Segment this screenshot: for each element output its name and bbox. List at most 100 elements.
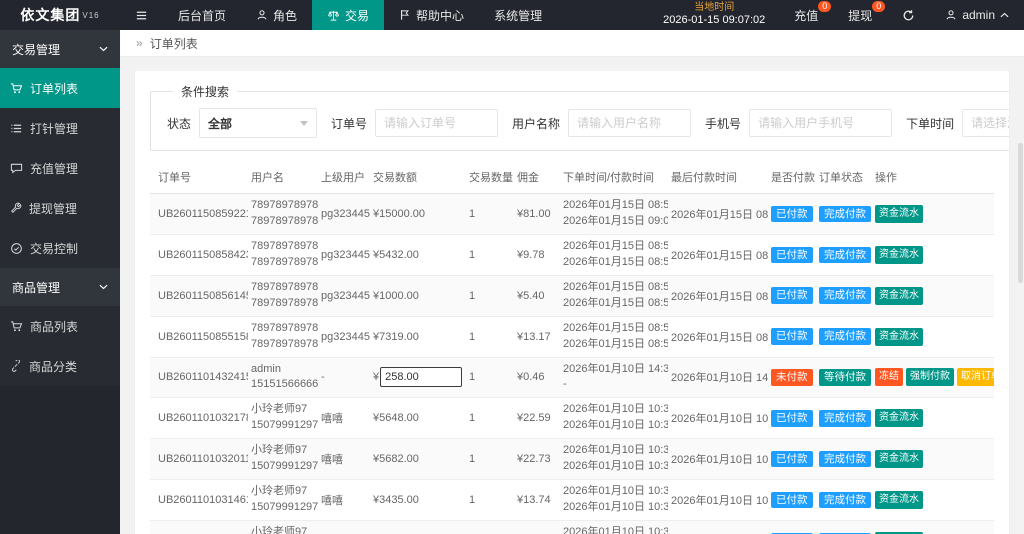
time-line: 2026年01月10日 10:31:32 xyxy=(563,525,665,534)
time-line: 2026年01月10日 14:32:41 xyxy=(563,362,665,378)
action-button[interactable]: 资金流水 xyxy=(875,205,923,223)
action-button[interactable]: 资金流水 xyxy=(875,491,923,509)
user-line: 78978978978 xyxy=(251,280,315,296)
sidebar-item-recharge[interactable]: 充值管理 xyxy=(0,148,120,188)
vertical-scrollbar[interactable] xyxy=(1017,140,1024,534)
action-button[interactable]: 资金流水 xyxy=(875,409,923,427)
table-row: UB26011508592211097897897897878978978978… xyxy=(150,194,994,235)
actions-cell: 资金流水 xyxy=(872,194,994,235)
user-line: 小玲老师97 xyxy=(251,402,315,418)
status-select[interactable]: 全部 xyxy=(199,108,317,138)
time-line: 2026年01月15日 08:55:22 xyxy=(563,337,665,353)
pay-status-cell: 已付款 xyxy=(768,316,816,357)
payment-status-badge: 已付款 xyxy=(771,328,813,345)
commission-cell: ¥12.84 xyxy=(514,521,560,534)
action-button[interactable]: 资金流水 xyxy=(875,328,923,346)
sidebar-filler xyxy=(0,386,120,534)
actions-cell: 资金流水 xyxy=(872,398,994,439)
quantity-cell: 1 xyxy=(466,398,514,439)
action-button[interactable]: 取消订单 xyxy=(957,368,994,386)
time-line: 2026年01月10日 10:32:10 xyxy=(563,459,665,475)
search-form: 状态 全部 订单号 用户名称 手机号 下单时间 xyxy=(163,108,1009,138)
user-cell: 小玲老师9715079991297 xyxy=(248,398,318,439)
amount-input[interactable] xyxy=(380,367,462,387)
sidebar-group-trade[interactable]: 交易管理 xyxy=(0,30,120,68)
scrollbar-thumb[interactable] xyxy=(1018,143,1023,283)
time-line: 2026年01月10日 10:31:54 xyxy=(563,500,665,516)
page-title: 订单列表 xyxy=(150,35,198,52)
menu-toggle-button[interactable] xyxy=(120,0,163,30)
user-cell: 7897897897878978978978 xyxy=(248,234,318,275)
sidebar-item-goods-list[interactable]: 商品列表 xyxy=(0,306,120,346)
pay-status-cell: 未付款 xyxy=(768,357,816,398)
action-button[interactable]: 资金流水 xyxy=(875,287,923,305)
order-number-cell: UB2601101031329630 xyxy=(150,521,248,534)
sidebar-item-order-list[interactable]: 订单列表 xyxy=(0,68,120,108)
table-row: UB26011508584232427897897897878978978978… xyxy=(150,234,994,275)
actions-cell: 资金流水 xyxy=(872,316,994,357)
sidebar-item-trade-control[interactable]: 交易控制 xyxy=(0,228,120,268)
recharge-count-badge: 0 xyxy=(818,1,831,12)
username: admin xyxy=(962,8,995,22)
order-no-input[interactable] xyxy=(375,109,498,137)
user-cell: 7897897897878978978978 xyxy=(248,275,318,316)
table-row: UB2601101031461333小玲老师9715079991297嘻嘻¥34… xyxy=(150,480,994,521)
sidebar-item-injection[interactable]: 打针管理 xyxy=(0,108,120,148)
action-button[interactable]: 冻结 xyxy=(875,368,903,386)
cart-icon xyxy=(10,82,23,95)
chevron-down-icon xyxy=(99,46,108,52)
order-status-cell: 等待付款 xyxy=(816,357,872,398)
order-number-cell: UB2601150855158914 xyxy=(150,316,248,357)
link-icon xyxy=(10,360,22,372)
sidebar-group-label: 交易管理 xyxy=(12,41,60,58)
recharge-button[interactable]: 充值 0 xyxy=(779,0,833,30)
action-button[interactable]: 强制付款 xyxy=(906,368,954,386)
app-window: 依文集团V16 后台首页角色交易帮助中心系统管理 当地时间 2026-01-15… xyxy=(0,0,1024,534)
order-pay-time-cell: 2026年01月10日 10:32:172026年01月10日 10:32:27 xyxy=(560,398,668,439)
last-pay-time-cell: 2026年01月15日 08:58:42 xyxy=(668,234,768,275)
orders-table-header: 订单号用户名上级用户交易数额交易数量佣金下单时间/付款时间最后付款时间是否付款订… xyxy=(150,161,994,194)
sidebar-item-label: 提现管理 xyxy=(29,200,77,217)
sidebar-group-label: 商品管理 xyxy=(12,279,60,296)
pay-status-cell: 已付款 xyxy=(768,275,816,316)
nav-help-center[interactable]: 帮助中心 xyxy=(384,0,479,30)
order-pay-time-cell: 2026年01月10日 10:32:012026年01月10日 10:32:10 xyxy=(560,439,668,480)
phone-input[interactable] xyxy=(749,109,892,137)
parent-user-cell: pg323445 xyxy=(318,194,370,235)
content-card: 条件搜索 状态 全部 订单号 用户名称 手机号 下单时间 xyxy=(135,71,1009,534)
column-header: 交易数量 xyxy=(466,161,514,194)
actions-cell: 冻结强制付款取消订单 xyxy=(872,357,994,398)
parent-user-cell: - xyxy=(318,357,370,398)
action-button[interactable]: 资金流水 xyxy=(875,246,923,264)
payment-status-badge: 已付款 xyxy=(771,247,813,264)
user-name-input[interactable] xyxy=(568,109,691,137)
user-line: 78978978978 xyxy=(251,321,315,337)
commission-cell: ¥5.40 xyxy=(514,275,560,316)
action-button[interactable]: 资金流水 xyxy=(875,450,923,468)
order-time-label: 下单时间 xyxy=(906,115,954,132)
withdraw-button[interactable]: 提现 0 xyxy=(833,0,887,30)
user-line: 15079991297 xyxy=(251,459,315,475)
refresh-button[interactable] xyxy=(887,0,930,30)
user-cell: 小玲老师9715079991297 xyxy=(248,521,318,534)
phone-label: 手机号 xyxy=(705,115,741,132)
user-cell: 7897897897878978978978 xyxy=(248,194,318,235)
order-no-label: 订单号 xyxy=(331,115,367,132)
nav-system[interactable]: 系统管理 xyxy=(479,0,557,30)
nav-dashboard[interactable]: 后台首页 xyxy=(163,0,241,30)
nav-trade[interactable]: 交易 xyxy=(312,0,384,30)
user-menu[interactable]: admin xyxy=(930,0,1024,30)
sidebar-item-label: 交易控制 xyxy=(30,240,78,257)
order-time-input[interactable] xyxy=(962,109,1009,137)
order-number-cell: UB2601101032178457 xyxy=(150,398,248,439)
sidebar-item-goods-category[interactable]: 商品分类 xyxy=(0,346,120,386)
nav-role[interactable]: 角色 xyxy=(241,0,312,30)
search-panel-title: 条件搜索 xyxy=(173,83,237,100)
user-line: 78978978978 xyxy=(251,239,315,255)
local-time-value: 2026-01-15 09:07:02 xyxy=(663,14,765,28)
sidebar-item-withdraw[interactable]: 提现管理 xyxy=(0,188,120,228)
payment-status-badge: 未付款 xyxy=(771,369,813,386)
sidebar-group-goods[interactable]: 商品管理 xyxy=(0,268,120,306)
person-icon xyxy=(256,9,268,21)
amount-cell: ¥5648.00 xyxy=(370,398,466,439)
